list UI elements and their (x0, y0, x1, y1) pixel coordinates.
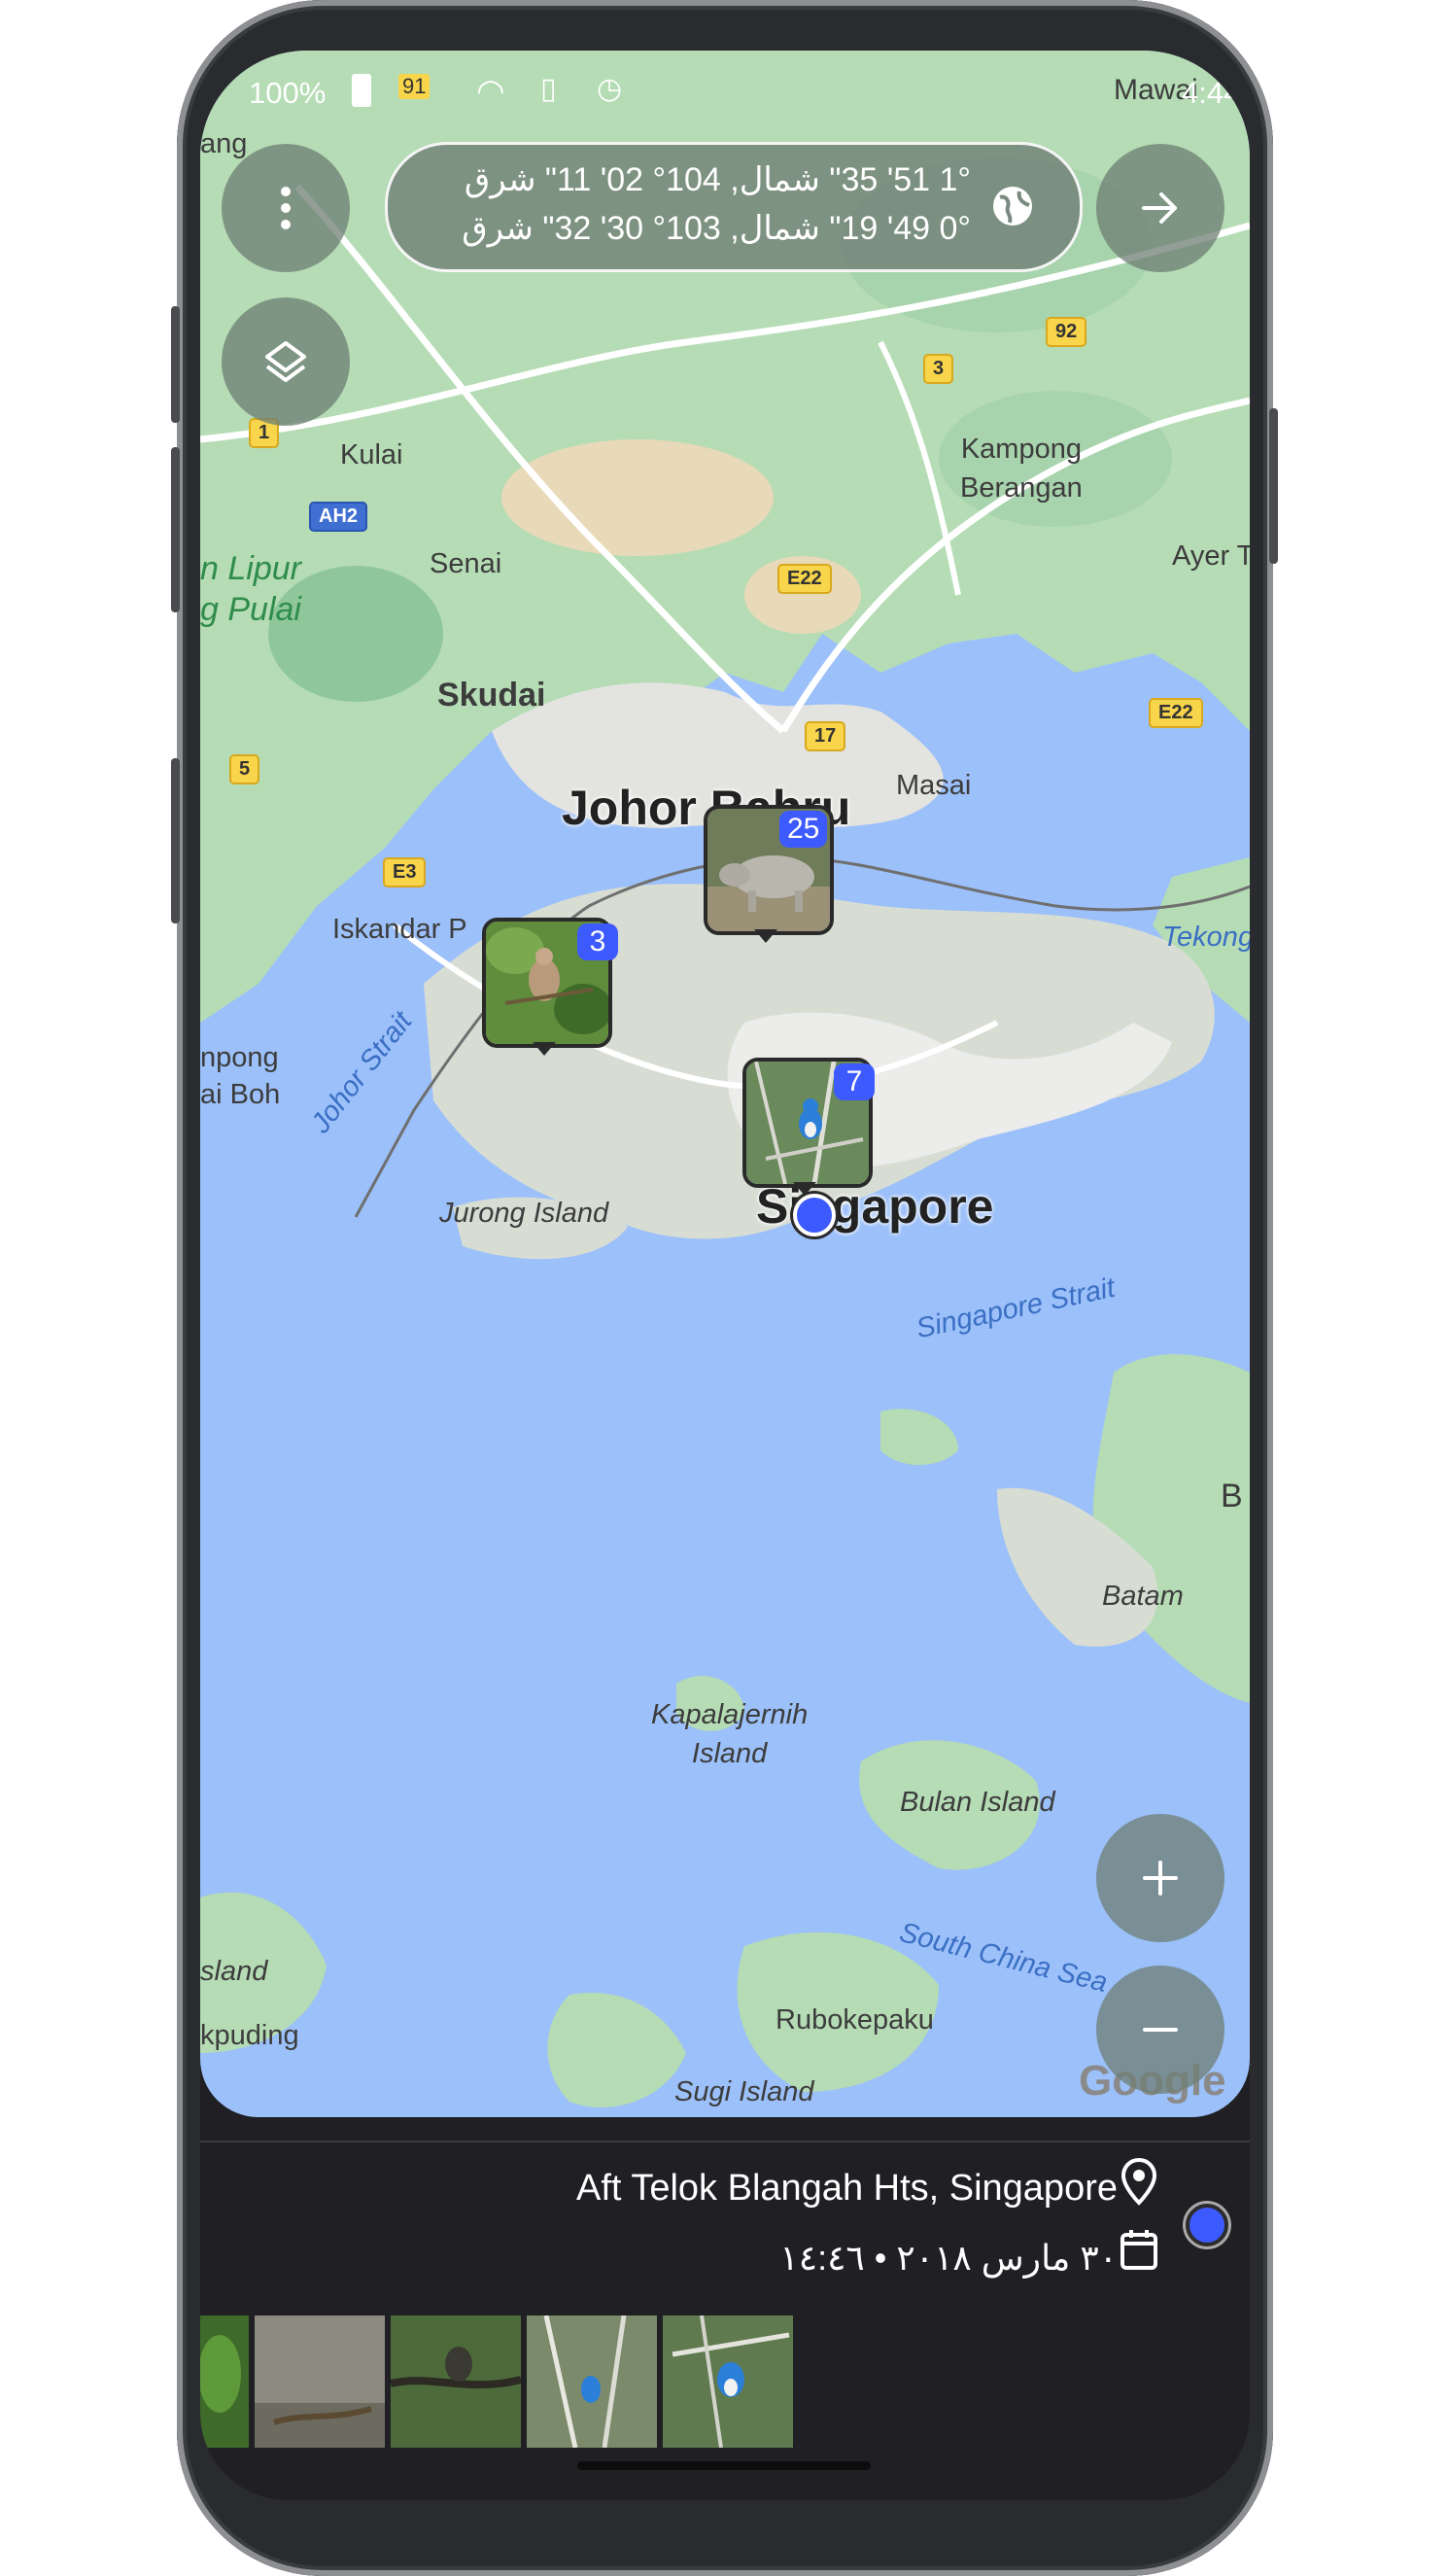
map-label-batam: Batam (1102, 1581, 1184, 1612)
lizard-photo (255, 2315, 385, 2448)
map-label-masai: Masai (896, 770, 972, 801)
power-button (1269, 408, 1278, 564)
battery-icon (352, 74, 371, 107)
volume-up-button (171, 306, 180, 423)
cluster-count-badge: 3 (577, 923, 618, 960)
bixby-button (171, 758, 180, 923)
road-shield-92: 92 (1046, 317, 1087, 347)
menu-button[interactable] (222, 144, 350, 272)
cluster-count-badge: 25 (779, 811, 828, 848)
arrow-forward-icon (1142, 192, 1177, 224)
current-location-dot[interactable] (793, 1194, 836, 1236)
map-label-kapalajernih: Kapalajernih Island (651, 1699, 809, 1769)
more-vert-icon (281, 187, 291, 229)
map-label-sugi-island: Sugi Island (674, 2076, 814, 2107)
volume-down-button (171, 447, 180, 612)
calendar-icon (1120, 2230, 1157, 2270)
map-label-npong: npong (200, 1042, 279, 1073)
road-shield-3: 3 (923, 354, 954, 384)
road-shield-ah2: AH2 (309, 502, 368, 532)
filmstrip-photo[interactable] (200, 2315, 249, 2448)
photo-datetime[interactable]: ٣٠ مارس ٢٠١٨ • ١٤:٤٦ (779, 2238, 1118, 2279)
map-label-kampong-berangan: Kampong Berangan (960, 434, 1083, 504)
map-view[interactable]: ang Mawai Kulai Senai Skudai Johor Bahru… (200, 51, 1250, 2117)
layers-icon (265, 341, 306, 382)
notification-badge: 91 (398, 74, 431, 99)
status-bar: 100% 91 ◠ ▯ ◷ 4:44 (200, 62, 1250, 121)
filmstrip-photo[interactable] (663, 2315, 793, 2448)
clock: 4:44 (1182, 76, 1241, 110)
coordinates-display[interactable]: 1° 51' 35" شمال, 104° 02' 11" شرق 0° 49'… (385, 142, 1083, 272)
bird-branch-photo (391, 2315, 521, 2448)
map-label-kpuding: kpuding (200, 2020, 299, 2051)
map-label-jurong-island: Jurong Island (439, 1198, 609, 1229)
alarm-icon: ◷ (597, 73, 623, 105)
map-label-rubokepaku: Rubokepaku (776, 2004, 934, 2036)
coordinates-line-1: 1° 51' 35" شمال, 104° 02' 11" شرق (464, 161, 971, 198)
road-shield-5: 5 (229, 754, 260, 784)
cluster-count-badge: 7 (834, 1063, 875, 1100)
leaf-photo (200, 2315, 249, 2448)
zoom-out-button[interactable] (1096, 1966, 1224, 2094)
coordinates-line-2: 0° 49' 19" شمال, 103° 30' 32" شرق (462, 210, 971, 247)
cluster-pointer (754, 929, 777, 943)
road-shield-17: 17 (805, 721, 846, 751)
map-label-iskandar: Iskandar P (332, 914, 467, 945)
map-label-senai: Senai (430, 548, 502, 579)
plus-icon (1143, 1861, 1178, 1896)
road-shield-e22-a: E22 (777, 564, 832, 594)
map-label-bulan-island: Bulan Island (900, 1787, 1055, 1818)
layers-button[interactable] (222, 297, 350, 426)
road-shield-e3: E3 (383, 857, 427, 888)
kingfisher-photo-2 (663, 2315, 793, 2448)
globe-icon[interactable] (990, 184, 1035, 228)
map-label-ai-boh: ai Boh (200, 1079, 281, 1110)
filmstrip-photo[interactable] (527, 2315, 657, 2448)
location-address[interactable]: Aft Telok Blangah Hts, Singapore (576, 2168, 1118, 2210)
panel-divider (200, 2141, 1250, 2142)
minus-icon (1143, 2028, 1178, 2032)
battery-percent: 100% (249, 76, 327, 110)
road-shield-e22-b: E22 (1149, 698, 1203, 728)
filmstrip-photo[interactable] (391, 2315, 521, 2448)
map-label-tekong: Tekong (1162, 922, 1250, 953)
map-label-island-left: sland (200, 1956, 268, 1987)
location-pin-icon (1120, 2157, 1157, 2206)
map-label-park-1: n Lipur (200, 550, 301, 587)
vibrate-icon: ▯ (540, 73, 557, 105)
screen: ang Mawai Kulai Senai Skudai Johor Bahru… (200, 51, 1250, 2500)
map-label-b-edge: B (1221, 1478, 1243, 1514)
photo-filmstrip[interactable] (200, 2315, 803, 2448)
kingfisher-branch-photo (527, 2315, 657, 2448)
map-label-ang: ang (200, 128, 248, 159)
map-label-ayer: Ayer T (1172, 540, 1250, 572)
map-label-kulai: Kulai (340, 439, 403, 470)
map-label-skudai: Skudai (437, 677, 546, 714)
zoom-in-button[interactable] (1096, 1814, 1224, 1942)
cluster-pointer (533, 1042, 556, 1056)
next-button[interactable] (1096, 144, 1224, 272)
wifi-icon: ◠ (476, 73, 505, 110)
filmstrip-photo[interactable] (255, 2315, 385, 2448)
selected-marker-dot[interactable] (1186, 2204, 1228, 2246)
map-label-park-2: g Pulai (200, 591, 301, 628)
home-indicator[interactable] (577, 2461, 871, 2470)
